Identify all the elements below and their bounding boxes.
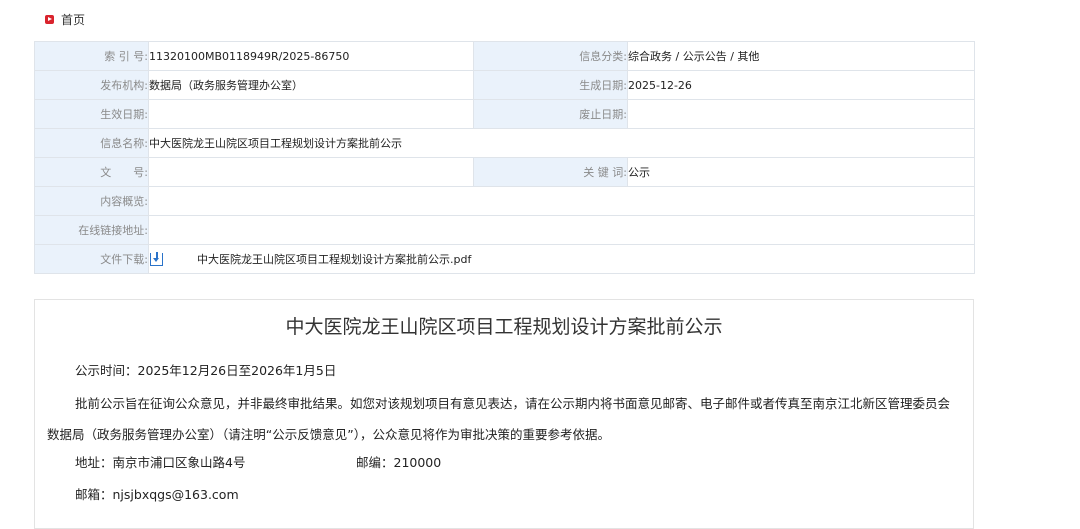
table-row: 内容概览:: [34, 186, 975, 216]
keyword-label: 关 键 词:: [473, 157, 628, 187]
article-title: 中大医院龙王山院区项目工程规划设计方案批前公示: [285, 316, 723, 338]
index-label: 索 引 号:: [34, 41, 149, 71]
table-row: 在线链接地址:: [34, 215, 975, 245]
created-date-label: 生成日期:: [473, 70, 628, 100]
address-text: 地址：南京市浦口区象山路4号: [75, 455, 246, 470]
keyword-value: 公示: [627, 157, 975, 187]
postcode-text: 邮编：210000: [356, 455, 442, 470]
expire-date-value: [627, 99, 975, 129]
table-row: 发布机构: 数据局（政务服务管理办公室） 生成日期: 2025-12-26: [34, 70, 975, 100]
download-label: 文件下载:: [34, 244, 149, 274]
download-icon[interactable]: [150, 251, 163, 266]
effective-date-value: [148, 99, 474, 129]
table-row: 生效日期: 废止日期:: [34, 99, 975, 129]
index-value: 11320100MB0118949R/2025-86750: [148, 41, 474, 71]
summary-value: [148, 186, 975, 216]
download-cell: 中大医院龙王山院区项目工程规划设计方案批前公示.pdf: [148, 244, 975, 274]
summary-label: 内容概览:: [34, 186, 149, 216]
table-row: 信息名称: 中大医院龙王山院区项目工程规划设计方案批前公示: [34, 128, 975, 158]
online-link-label: 在线链接地址:: [34, 215, 149, 245]
category-value: 综合政务 / 公示公告 / 其他: [627, 41, 975, 71]
effective-date-label: 生效日期:: [34, 99, 149, 129]
info-name-label: 信息名称:: [34, 128, 149, 158]
doc-number-label: 文 号:: [34, 157, 149, 187]
publisher-label: 发布机构:: [34, 70, 149, 100]
info-name-value: 中大医院龙王山院区项目工程规划设计方案批前公示: [148, 128, 975, 158]
download-file-link[interactable]: 中大医院龙王山院区项目工程规划设计方案批前公示.pdf: [197, 251, 471, 267]
created-date-value: 2025-12-26: [627, 70, 975, 100]
table-row: 文 号: 关 键 词: 公示: [34, 157, 975, 187]
publisher-value: 数据局（政务服务管理办公室）: [148, 70, 474, 100]
table-row: 文件下载: 中大医院龙王山院区项目工程规划设计方案批前公示.pdf: [34, 244, 975, 274]
metadata-table: 索 引 号: 11320100MB0118949R/2025-86750 信息分…: [34, 41, 975, 274]
table-row: 索 引 号: 11320100MB0118949R/2025-86750 信息分…: [34, 41, 975, 71]
online-link-value: [148, 215, 975, 245]
breadcrumb-home-link[interactable]: 首页: [61, 11, 85, 28]
breadcrumb: 首页: [45, 10, 85, 28]
article-paragraph: 批前公示旨在征询公众意见，并非最终审批结果。如您对该规划项目有意见表达，请在公示…: [47, 396, 951, 442]
expire-date-label: 废止日期:: [473, 99, 628, 129]
doc-number-value: [148, 157, 474, 187]
home-icon: [45, 14, 54, 24]
notice-period: 公示时间：2025年12月26日至2026年1月5日: [75, 363, 337, 378]
email-text: 邮箱：njsjbxqgs@163.com: [75, 487, 239, 502]
article-panel: 中大医院龙王山院区项目工程规划设计方案批前公示 公示时间：2025年12月26日…: [34, 299, 974, 529]
category-label: 信息分类:: [473, 41, 628, 71]
